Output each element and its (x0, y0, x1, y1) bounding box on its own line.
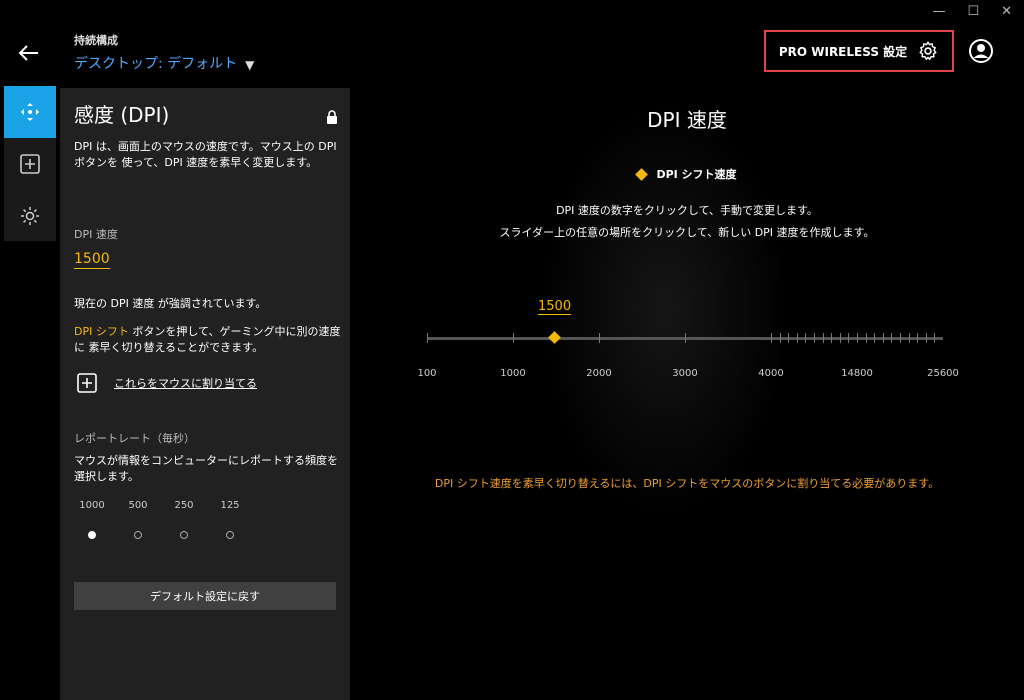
slider-tick (823, 333, 824, 343)
slider-tick (805, 333, 806, 343)
radio-dot (180, 531, 188, 539)
scale-label: 2000 (586, 368, 612, 379)
slider-tick (513, 333, 514, 343)
report-rate-value: 125 (220, 500, 240, 511)
rail-lighting-button[interactable] (4, 190, 56, 242)
slider-tick (857, 333, 858, 343)
panel-description: DPI は、画面上のマウスの速度です。マウス上の DPI ボタンを 使って、DP… (74, 140, 337, 169)
back-arrow-icon[interactable] (16, 40, 42, 66)
scale-label: 14800 (841, 368, 873, 379)
legend-label: DPI シフト速度 (656, 168, 737, 181)
slider-tick (814, 333, 815, 343)
scale-label: 1000 (500, 368, 526, 379)
slider-tick (866, 333, 867, 343)
profile-dropdown[interactable]: デスクトップ: デフォルト ▼ (74, 53, 254, 73)
scale-label: 3000 (672, 368, 698, 379)
background-glow (540, 100, 790, 520)
minimize-button[interactable]: — (932, 4, 945, 19)
report-rate-value: 1000 (79, 500, 105, 511)
scale-label: 4000 (758, 368, 784, 379)
chevron-down-icon: ▼ (245, 57, 255, 72)
report-rate-value: 250 (174, 500, 194, 511)
window-controls: — ☐ ✕ (932, 4, 1012, 19)
dpi-shift-warning: DPI シフト速度を素早く切り替えるには、DPI シフトをマウスのボタンに割り当… (434, 477, 940, 490)
gear-icon (919, 41, 937, 60)
dpi-speed-value[interactable]: 1500 (74, 251, 110, 269)
report-rate-option[interactable]: 500 (118, 500, 158, 539)
slider-tick (926, 333, 927, 343)
slider-tick (917, 333, 918, 343)
report-rate-option[interactable]: 125 (210, 500, 250, 539)
lock-icon (327, 110, 337, 124)
plus-box-icon (20, 154, 40, 174)
scale-label: 25600 (927, 368, 959, 379)
close-button[interactable]: ✕ (1001, 4, 1012, 19)
slider-tick (840, 333, 841, 343)
scale-label: 100 (417, 368, 437, 379)
radio-dot (226, 531, 234, 539)
reset-defaults-button[interactable]: デフォルト設定に戻す (74, 582, 336, 610)
report-rate-label: レポートレート（毎秒） (74, 432, 195, 445)
slider-tick (788, 333, 789, 343)
rail-sensitivity-button[interactable] (4, 86, 56, 138)
slider-tick (909, 333, 910, 343)
radio-dot (88, 531, 96, 539)
shift-note-accent: DPI シフト (74, 325, 129, 338)
profile-value: デスクトップ: デフォルト (74, 56, 238, 72)
dpi-speed-label: DPI 速度 (74, 228, 118, 241)
side-rail (4, 86, 56, 241)
plus-box-icon (77, 373, 97, 393)
assign-link-label: これらをマウスに割り当てる (114, 377, 257, 390)
slider-tick (848, 333, 849, 343)
assign-to-mouse-link[interactable]: これらをマウスに割り当てる (76, 372, 257, 394)
diamond-icon (635, 167, 649, 181)
slider-tick (934, 333, 935, 343)
main-title: DPI 速度 (647, 108, 727, 132)
account-icon[interactable] (968, 38, 994, 64)
radio-dot (134, 531, 142, 539)
slider-tick (874, 333, 875, 343)
instruction-line: DPI 速度の数字をクリックして、手動で変更します。 (556, 204, 818, 217)
sun-icon (21, 207, 39, 225)
slider-tick (685, 333, 686, 343)
slider-tick (599, 333, 600, 343)
highlight-note: 現在の DPI 速度 が強調されています。 (74, 297, 267, 310)
slider-tick (797, 333, 798, 343)
current-dpi-value[interactable]: 1500 (538, 299, 572, 315)
slider-tick (771, 333, 772, 343)
slider-tick (427, 333, 428, 343)
rail-assignments-button[interactable] (4, 138, 56, 190)
shift-note: DPI シフト ボタンを押して、ゲーミング中に別の速度に 素早く切り替えることが… (74, 324, 344, 356)
slider-tick (891, 333, 892, 343)
report-rate-description: マウスが情報をコンピューターにレポートする頻度を選択します。 (74, 454, 338, 483)
move-arrows-icon (21, 103, 39, 121)
instruction-line: スライダー上の任意の場所をクリックして、新しい DPI 速度を作成します。 (499, 226, 875, 239)
instructions: DPI 速度の数字をクリックして、手動で変更します。 スライダー上の任意の場所を… (350, 200, 1024, 244)
report-rate-option[interactable]: 1000 (72, 500, 112, 539)
report-rate-option[interactable]: 250 (164, 500, 204, 539)
report-rate-value: 500 (128, 500, 148, 511)
slider-tick (780, 333, 781, 343)
slider-tick (883, 333, 884, 343)
slider-tick (900, 333, 901, 343)
slider-tick (831, 333, 832, 343)
device-settings-label: PRO WIRELESS 設定 (778, 44, 908, 59)
dpi-shift-legend: DPI シフト速度 (350, 166, 1024, 182)
maximize-button[interactable]: ☐ (967, 4, 979, 19)
panel-title: 感度 (DPI) (74, 103, 170, 127)
profile-label: 持続構成 (74, 34, 118, 47)
device-settings-button[interactable]: PRO WIRELESS 設定 (764, 30, 954, 72)
